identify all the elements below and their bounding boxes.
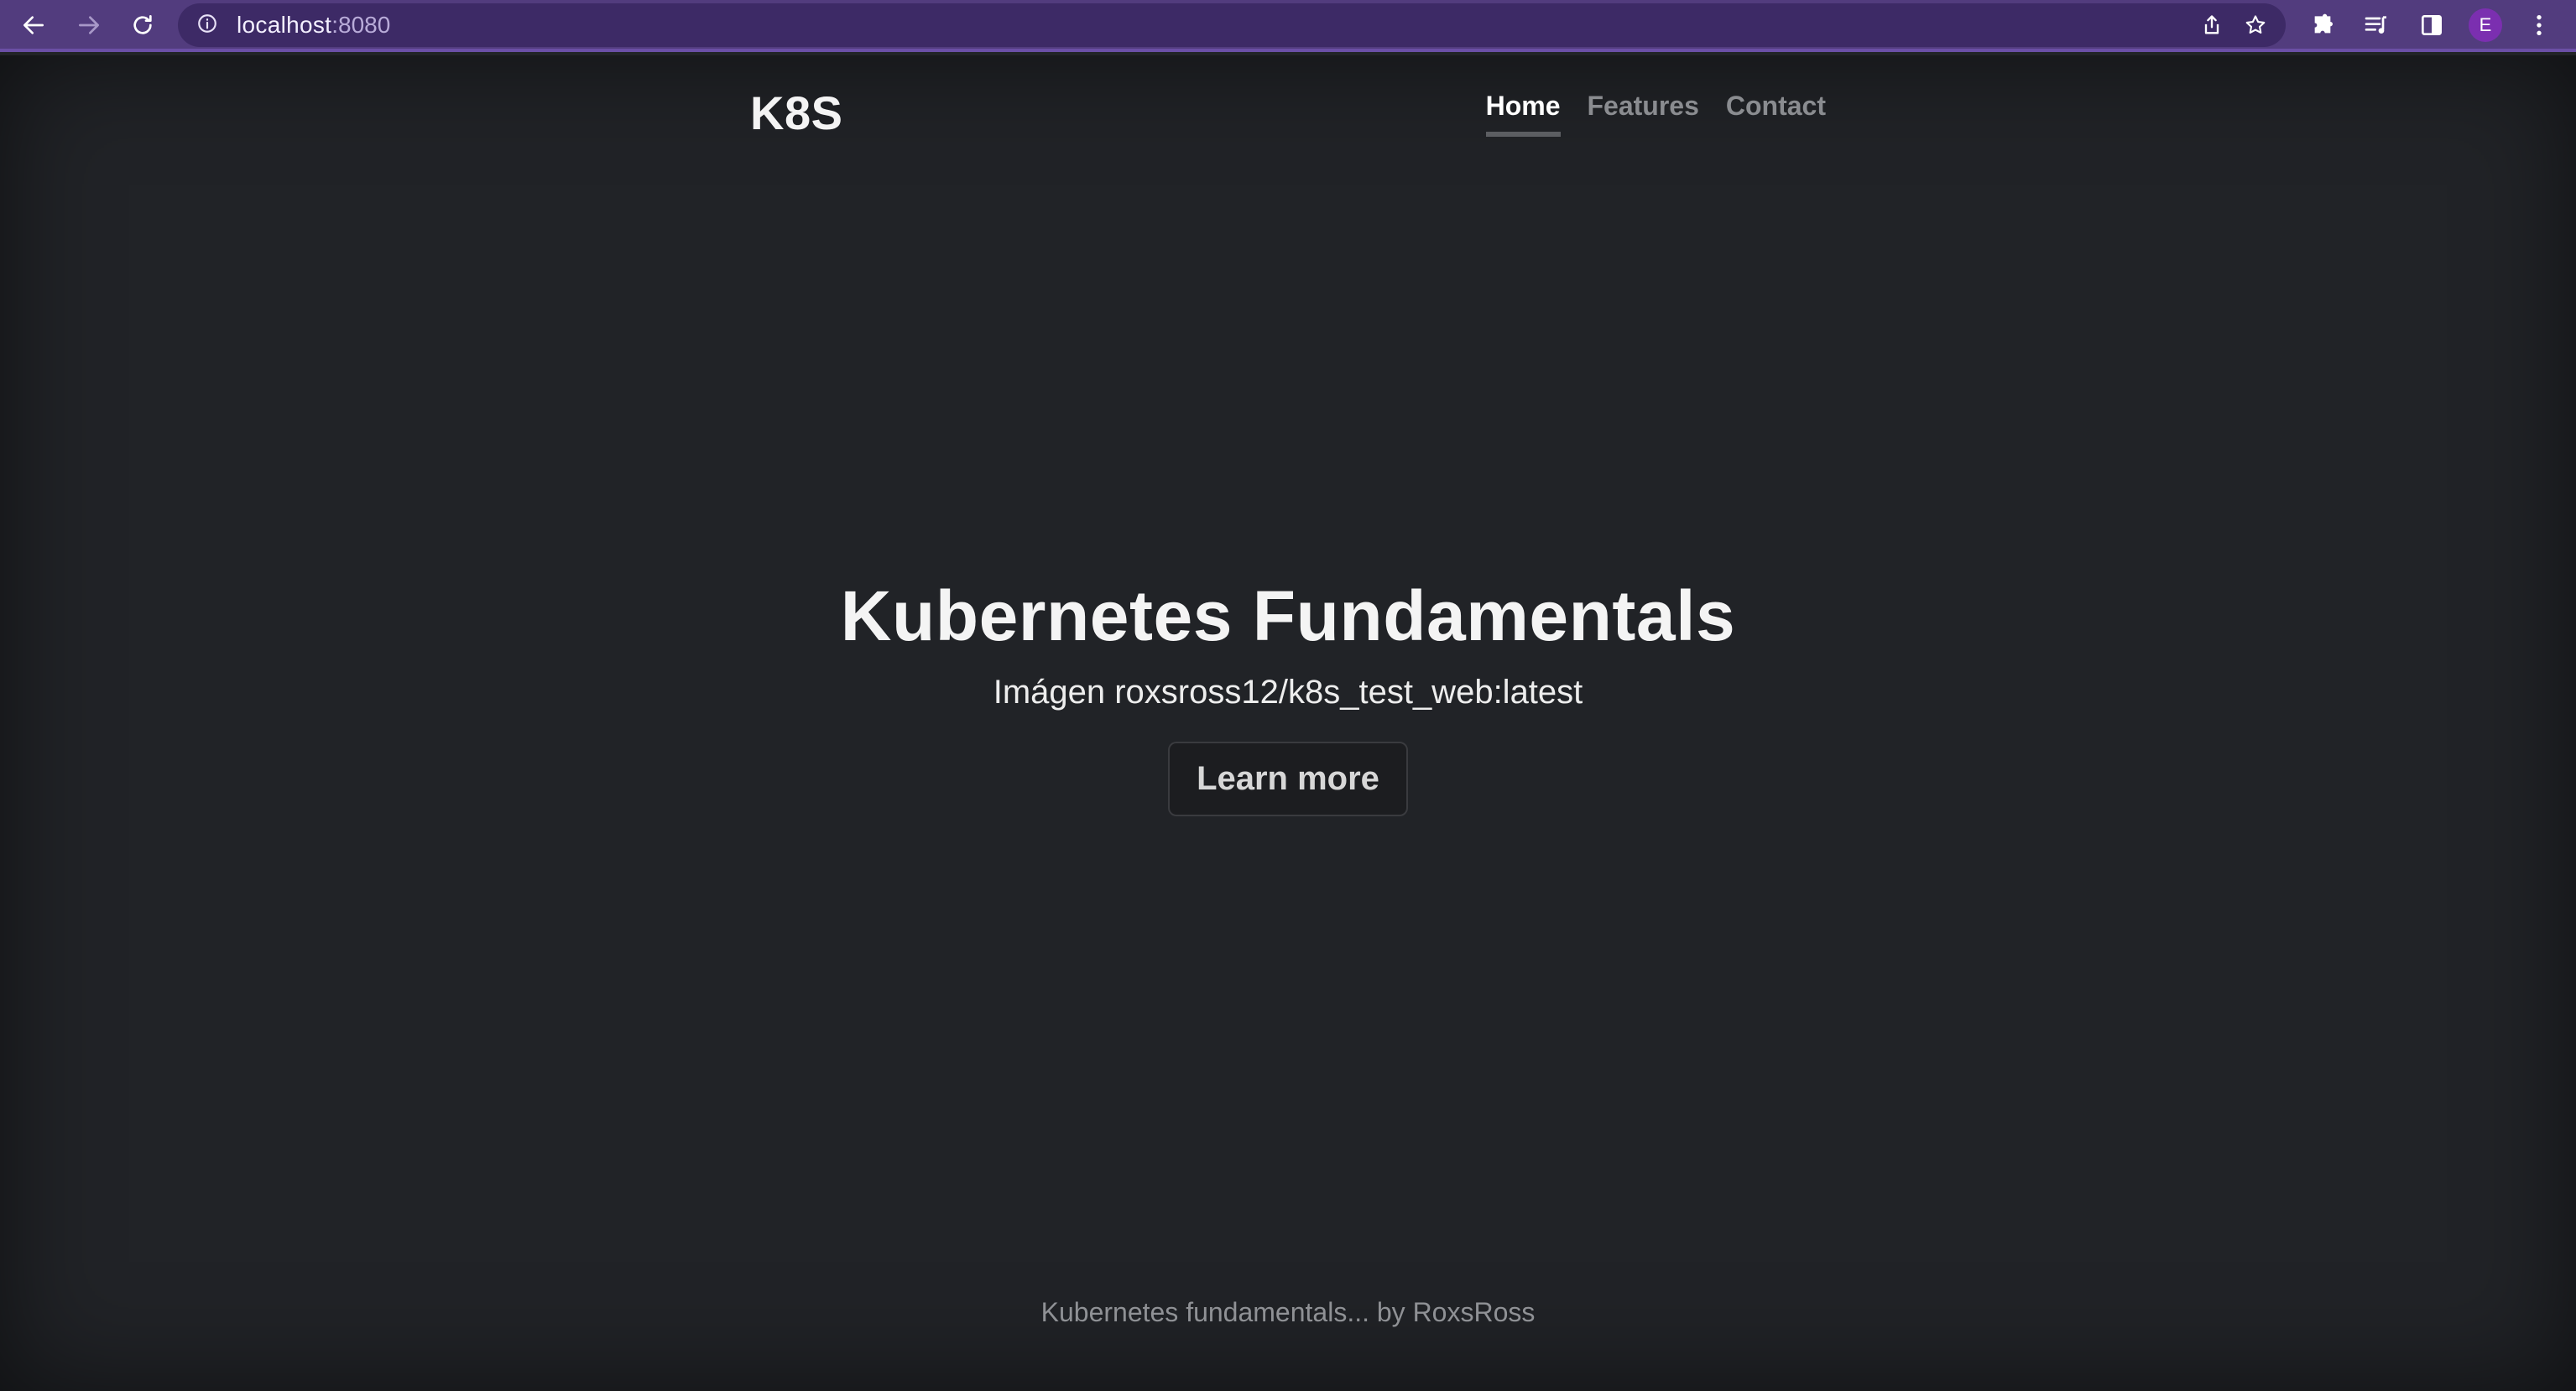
kebab-menu-icon[interactable] bbox=[2521, 7, 2558, 44]
share-icon[interactable] bbox=[2195, 8, 2229, 42]
nav-link-features[interactable]: Features bbox=[1588, 91, 1699, 137]
address-bar[interactable]: localhost:8080 bbox=[178, 3, 2286, 47]
info-icon[interactable] bbox=[196, 13, 222, 38]
hero-title: Kubernetes Fundamentals bbox=[840, 576, 1736, 655]
star-icon[interactable] bbox=[2239, 8, 2272, 42]
hero-section: Kubernetes Fundamentals Imágen roxsross1… bbox=[0, 576, 2576, 816]
site-header: K8S Home Features Contact bbox=[750, 81, 1826, 148]
nav-link-home[interactable]: Home bbox=[1485, 91, 1561, 137]
url-port: :8080 bbox=[331, 12, 391, 38]
browser-toolbar: localhost:8080 E bbox=[0, 0, 2576, 52]
url-host: localhost bbox=[237, 12, 332, 38]
reload-icon[interactable] bbox=[124, 7, 161, 44]
side-panel-icon[interactable] bbox=[2413, 7, 2450, 44]
profile-avatar[interactable]: E bbox=[2469, 8, 2502, 42]
brand-logo[interactable]: K8S bbox=[750, 86, 842, 140]
site-footer: Kubernetes fundamentals... by RoxsRoss bbox=[1040, 1297, 1536, 1327]
back-arrow-icon[interactable] bbox=[15, 7, 52, 44]
learn-more-button[interactable]: Learn more bbox=[1168, 742, 1408, 816]
forward-arrow-icon[interactable] bbox=[70, 7, 107, 44]
site-nav: Home Features Contact bbox=[1485, 91, 1826, 137]
hero-subtitle: Imágen roxsross12/k8s_test_web:latest bbox=[993, 674, 1583, 711]
reading-list-icon[interactable] bbox=[2358, 7, 2395, 44]
nav-link-contact[interactable]: Contact bbox=[1726, 91, 1826, 137]
page-viewport: K8S Home Features Contact Kubernetes Fun… bbox=[0, 55, 2576, 1391]
puzzle-icon[interactable] bbox=[2304, 7, 2341, 44]
